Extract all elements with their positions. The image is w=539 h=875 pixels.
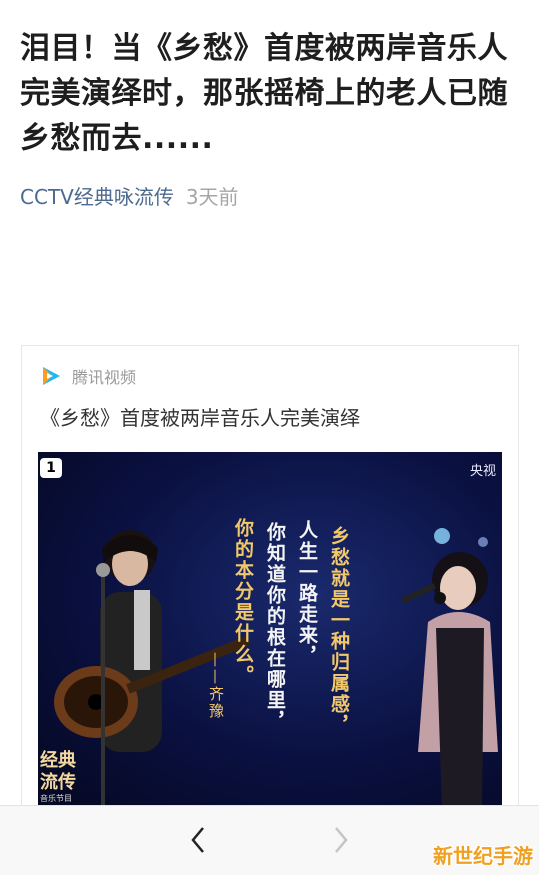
card-source-name: 腾讯视频 [72, 368, 137, 387]
show-logo: 经典 流传 音乐节目 [40, 750, 90, 804]
card-source: 腾讯视频 [40, 364, 136, 388]
video-thumbnail[interactable]: 1 央视 乡愁就是一种归属感， 人生一路走来， 你知道你的根在哪里， 你的本分是… [38, 452, 502, 810]
chevron-left-icon[interactable] [181, 820, 215, 860]
tencent-video-logo-icon [43, 367, 60, 385]
chevron-right-icon[interactable] [324, 820, 358, 860]
poem-line-4: 你的本分是什么。 [232, 518, 254, 686]
article-time: 3天前 [185, 185, 239, 209]
show-subtitle: 音乐节目 [40, 794, 72, 803]
article-source[interactable]: CCTV经典咏流传 [20, 185, 174, 209]
poem-line-1: 乡愁就是一种归属感， [328, 526, 350, 736]
site-watermark: 新世纪手游 [433, 844, 533, 868]
article-meta: CCTV经典咏流传 3天前 [20, 181, 239, 210]
episode-badge: 1 [40, 458, 62, 478]
card-title[interactable]: 《乡愁》首度被两岸音乐人完美演绎 [40, 402, 360, 431]
poem-line-2: 人生一路走来， [296, 520, 318, 667]
show-title: 经典 流传 [40, 750, 76, 793]
article-headline: 泪目！当《乡愁》首度被两岸音乐人完美演绎时，那张摇椅上的老人已随乡愁而去....… [20, 31, 508, 156]
poem-author: ——齐豫 [207, 652, 225, 720]
video-card[interactable]: 腾讯视频 《乡愁》首度被两岸音乐人完美演绎 1 央视 乡愁就是一种归属感， 人生… [21, 345, 519, 817]
poem-line-3: 你知道你的根在哪里， [264, 522, 286, 732]
channel-logo: 央视 [469, 464, 496, 479]
browser-bottom-bar: 新世纪手游 [0, 805, 539, 875]
